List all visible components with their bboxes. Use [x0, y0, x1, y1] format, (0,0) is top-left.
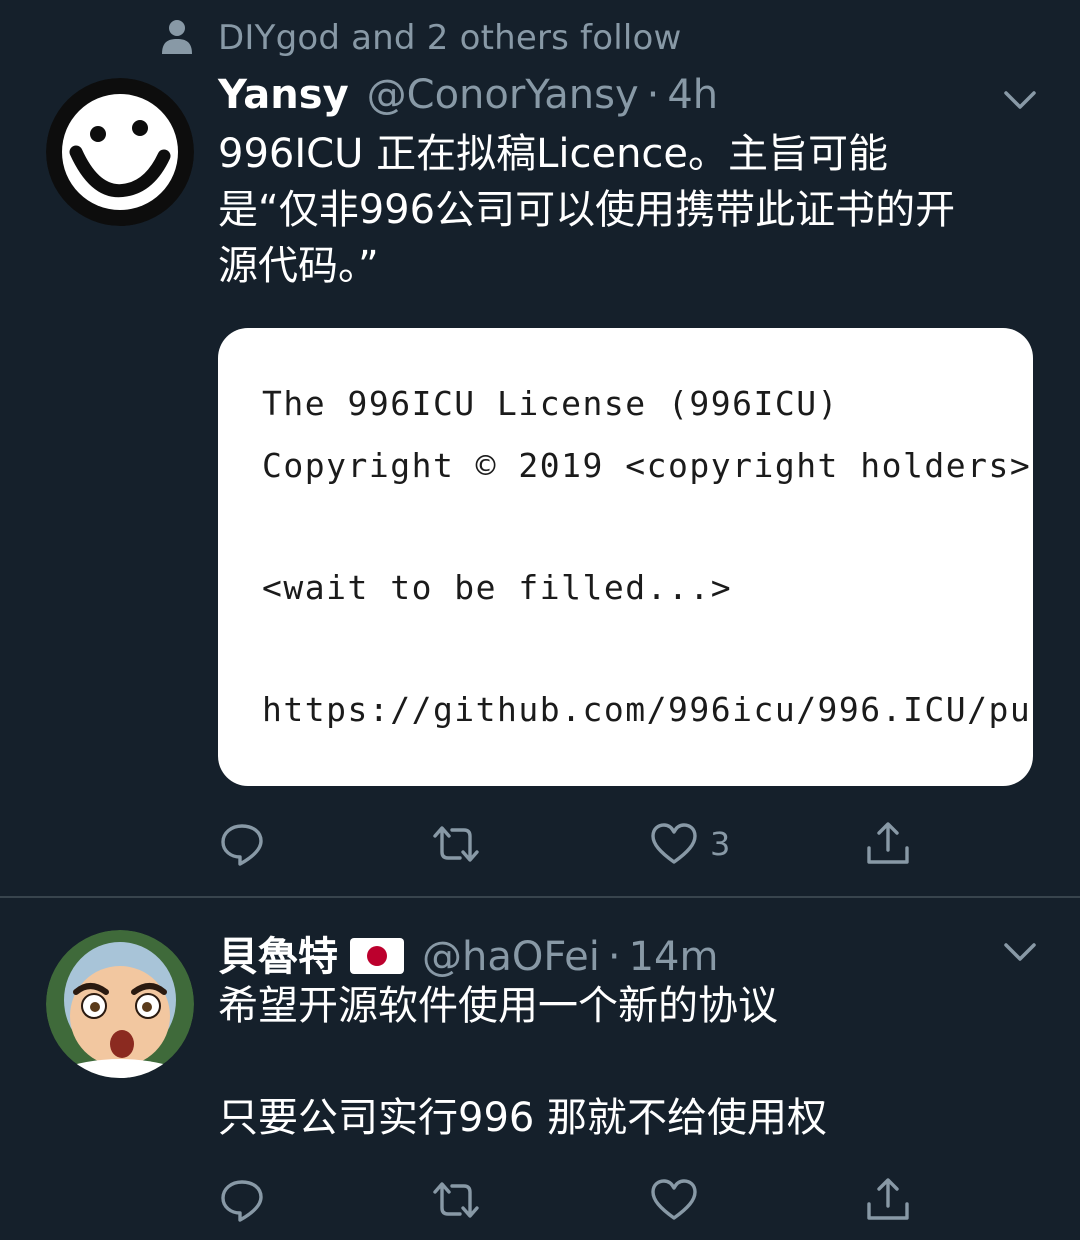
license-copyright-line: Copyright © 2019 <copyright holders> — [262, 446, 1032, 485]
avatar-haofei[interactable] — [46, 930, 194, 1078]
smiley-avatar-image — [46, 78, 194, 226]
tweet-text-line: 996ICU 正在拟稿Licence。主旨可能 — [218, 131, 889, 177]
tweet-divider — [0, 896, 1080, 898]
retweet-icon — [433, 826, 479, 862]
separator-dot: · — [607, 934, 621, 980]
timestamp[interactable]: 14m — [629, 934, 719, 980]
tweet-text-line: 源代码。” — [218, 243, 379, 289]
license-placeholder-line: <wait to be filled...> — [262, 568, 733, 607]
heart-icon — [651, 1179, 697, 1220]
reply-button[interactable] — [218, 820, 266, 868]
author-handle[interactable]: @haOFei — [422, 934, 600, 980]
retweet-button[interactable] — [432, 1176, 480, 1224]
retweet-button[interactable] — [432, 820, 480, 868]
author-name[interactable]: 貝魯特 — [218, 924, 338, 982]
heart-icon — [651, 823, 697, 864]
retweet-icon — [433, 1182, 479, 1218]
person-icon — [162, 20, 192, 54]
chevron-down-icon[interactable] — [1000, 80, 1040, 120]
author-handle[interactable]: @ConorYansy — [367, 72, 639, 118]
share-icon — [867, 822, 909, 864]
social-context[interactable]: DIYgod and 2 others follow — [160, 16, 682, 60]
like-button[interactable]: 3 — [650, 820, 730, 868]
share-icon — [867, 1178, 909, 1220]
timestamp[interactable]: 4h — [667, 72, 718, 118]
share-button[interactable] — [864, 1176, 912, 1224]
separator-dot: · — [646, 72, 660, 118]
tweet-text: 996ICU 正在拟稿Licence。主旨可能 是“仅非996公司可以使用携带此… — [218, 126, 1038, 294]
cartoon-avatar-image — [46, 930, 194, 1078]
tweet-text-line: 是“仅非996公司可以使用携带此证书的开 — [218, 187, 956, 233]
tweet-text-line: 只要公司实行996 那就不给使用权 — [218, 1095, 828, 1141]
license-url-line: https://github.com/996icu/996.ICU/pulls — [262, 690, 1033, 729]
tweet-header: Yansy @ConorYansy · 4h — [218, 72, 718, 118]
author-name[interactable]: Yansy — [218, 72, 349, 118]
like-count: 3 — [710, 825, 731, 863]
japan-flag-icon — [350, 938, 404, 974]
reply-button[interactable] — [218, 1176, 266, 1224]
reply-icon — [221, 1180, 263, 1222]
tweet-text: 希望开源软件使用一个新的协议 只要公司实行996 那就不给使用权 — [218, 978, 1038, 1146]
license-image-card[interactable]: The 996ICU License (996ICU) Copyright © … — [218, 328, 1033, 786]
tweet-header: 貝魯特 @haOFei · 14m — [218, 924, 718, 982]
avatar-yansy[interactable] — [46, 78, 194, 226]
share-button[interactable] — [864, 820, 912, 868]
reply-icon — [221, 824, 263, 866]
tweet-text-line: 希望开源软件使用一个新的协议 — [218, 983, 778, 1029]
social-context-text: DIYgod and 2 others follow — [218, 18, 682, 58]
like-button[interactable] — [650, 1176, 698, 1224]
license-title-line: The 996ICU License (996ICU) — [262, 384, 839, 423]
chevron-down-icon[interactable] — [1000, 932, 1040, 972]
